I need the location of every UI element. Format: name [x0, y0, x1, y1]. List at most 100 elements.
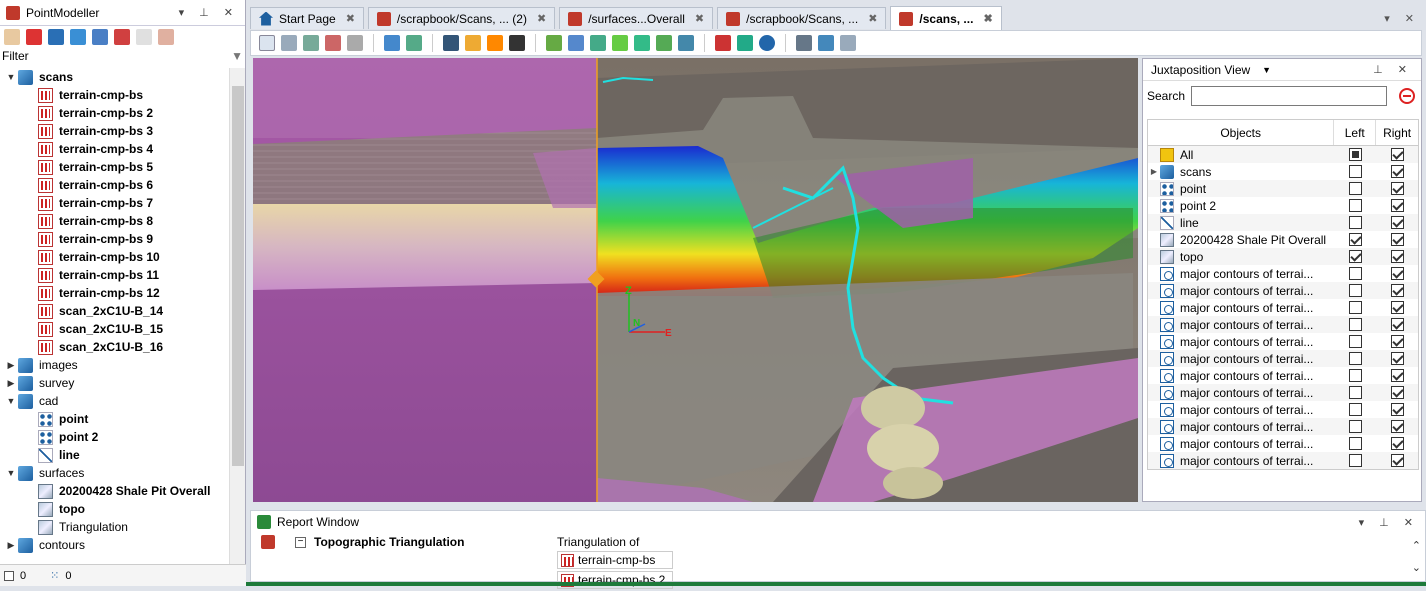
- tab-4[interactable]: /scans, ... ✖: [890, 6, 1002, 30]
- grid-icon[interactable]: [509, 35, 525, 51]
- right-checkbox[interactable]: [1390, 284, 1404, 297]
- tree-scrollbar-thumb[interactable]: [232, 86, 244, 466]
- tree-item[interactable]: ▶ survey: [0, 374, 228, 392]
- close-tab-icon[interactable]: ✖: [868, 12, 877, 25]
- selection-mode-icon[interactable]: [136, 29, 152, 45]
- collapsed-arrow-icon[interactable]: ▶: [4, 540, 18, 551]
- left-checkbox[interactable]: [1348, 335, 1362, 348]
- left-checkbox[interactable]: [1348, 301, 1362, 314]
- box-clip-icon[interactable]: [656, 35, 672, 51]
- tree-item[interactable]: terrain-cmp-bs 10: [0, 248, 228, 266]
- report-scroll-icon[interactable]: ⌃ ⌄: [1412, 535, 1421, 579]
- right-checkbox[interactable]: [1390, 352, 1404, 365]
- dropdown-arrow-icon[interactable]: ▼: [1262, 65, 1271, 75]
- list-icon[interactable]: [796, 35, 812, 51]
- search-input[interactable]: [1191, 86, 1388, 106]
- header-objects[interactable]: Objects: [1148, 120, 1335, 145]
- tree-item[interactable]: point 2: [0, 428, 228, 446]
- tree-item[interactable]: point: [0, 410, 228, 428]
- pdf-icon[interactable]: [715, 35, 731, 51]
- remove-icon[interactable]: [1399, 88, 1416, 104]
- tab-3[interactable]: /scrapbook/Scans, ... ✖: [717, 7, 887, 29]
- clip-icon[interactable]: [590, 35, 606, 51]
- tree-item[interactable]: ▼ cad: [0, 392, 228, 410]
- right-checkbox[interactable]: [1390, 301, 1404, 314]
- right-checkbox[interactable]: [1390, 437, 1404, 450]
- tree-item[interactable]: terrain-cmp-bs 11: [0, 266, 228, 284]
- right-checkbox[interactable]: [1390, 182, 1404, 195]
- select-arrow-icon[interactable]: [26, 29, 42, 45]
- right-checkbox[interactable]: [1390, 369, 1404, 382]
- header-right[interactable]: Right: [1376, 120, 1418, 145]
- left-checkbox[interactable]: [1348, 386, 1362, 399]
- tab-overflow-controls[interactable]: ▾ ✕: [1384, 12, 1426, 25]
- tree-item[interactable]: scan_2xC1U-B_15: [0, 320, 228, 338]
- right-checkbox[interactable]: [1390, 165, 1404, 178]
- left-checkbox[interactable]: [1348, 318, 1362, 331]
- filter-bar[interactable]: Filter ▼: [0, 48, 245, 64]
- split-view-icon[interactable]: [818, 35, 834, 51]
- light-icon[interactable]: [465, 35, 481, 51]
- tree-item[interactable]: scan_2xC1U-B_16: [0, 338, 228, 356]
- gear-network-icon[interactable]: [634, 35, 650, 51]
- left-checkbox[interactable]: [1348, 165, 1362, 178]
- select-box-icon[interactable]: [114, 29, 130, 45]
- source-link[interactable]: terrain-cmp-bs: [557, 551, 673, 569]
- zoom-selection-icon[interactable]: [303, 35, 319, 51]
- export-image-icon[interactable]: [737, 35, 753, 51]
- tree-item[interactable]: terrain-cmp-bs 7: [0, 194, 228, 212]
- tree-item[interactable]: terrain-cmp-bs 9: [0, 230, 228, 248]
- view-box-icon[interactable]: [259, 35, 275, 51]
- left-checkbox[interactable]: [1348, 267, 1362, 280]
- right-checkbox[interactable]: [1390, 267, 1404, 280]
- left-checkbox[interactable]: [1348, 199, 1362, 212]
- layout-icon[interactable]: [840, 35, 856, 51]
- tree-item[interactable]: terrain-cmp-bs 4: [0, 140, 228, 158]
- hand-icon[interactable]: [4, 29, 20, 45]
- tree-item[interactable]: terrain-cmp-bs 12: [0, 284, 228, 302]
- tree-item[interactable]: ▼ surfaces: [0, 464, 228, 482]
- 3d-viewport[interactable]: Z N E: [253, 58, 1138, 502]
- left-checkbox[interactable]: [1348, 182, 1362, 195]
- expanded-arrow-icon[interactable]: ▼: [4, 72, 18, 82]
- right-checkbox[interactable]: [1390, 403, 1404, 416]
- expand-arrow-icon[interactable]: ▶: [1148, 167, 1160, 176]
- left-checkbox[interactable]: [1348, 148, 1362, 161]
- left-checkbox[interactable]: [1348, 420, 1362, 433]
- left-checkbox[interactable]: [1348, 216, 1362, 229]
- tab-1[interactable]: /scrapbook/Scans, ... (2) ✖: [367, 7, 556, 29]
- right-checkbox[interactable]: [1390, 148, 1404, 161]
- signal-icon[interactable]: [487, 35, 503, 51]
- right-checkbox[interactable]: [1390, 199, 1404, 212]
- close-tab-icon[interactable]: ✖: [983, 12, 992, 25]
- tree-item[interactable]: ▶ contours: [0, 536, 228, 554]
- tree-item[interactable]: terrain-cmp-bs 8: [0, 212, 228, 230]
- right-checkbox[interactable]: [1390, 216, 1404, 229]
- tree-item[interactable]: terrain-cmp-bs 3: [0, 122, 228, 140]
- filter-funnel-icon[interactable]: ▼: [231, 49, 243, 63]
- tree-item[interactable]: scan_2xC1U-B_14: [0, 302, 228, 320]
- close-tab-icon[interactable]: ✖: [346, 12, 355, 25]
- select-line-icon[interactable]: [70, 29, 86, 45]
- panel-window-controls[interactable]: ▾ ⊥ ✕: [179, 6, 239, 19]
- collapse-icon[interactable]: −: [295, 536, 306, 548]
- tab-0[interactable]: Start Page ✖: [250, 7, 364, 29]
- zoom-extents-icon[interactable]: [281, 35, 297, 51]
- close-tab-icon[interactable]: ✖: [537, 12, 546, 25]
- pyramid-icon[interactable]: [443, 35, 459, 51]
- tree-item[interactable]: terrain-cmp-bs: [0, 86, 228, 104]
- tab-2[interactable]: /surfaces...Overall ✖: [559, 7, 714, 29]
- right-checkbox[interactable]: [1390, 386, 1404, 399]
- expanded-arrow-icon[interactable]: ▼: [4, 396, 18, 406]
- tree-item[interactable]: ▶ images: [0, 356, 228, 374]
- tree-item[interactable]: terrain-cmp-bs 6: [0, 176, 228, 194]
- window-icon[interactable]: [347, 35, 363, 51]
- close-tab-icon[interactable]: ✖: [695, 12, 704, 25]
- left-checkbox[interactable]: [1348, 403, 1362, 416]
- tree-item[interactable]: line: [0, 446, 228, 464]
- collapsed-arrow-icon[interactable]: ▶: [4, 378, 18, 389]
- network-icon[interactable]: [612, 35, 628, 51]
- right-checkbox[interactable]: [1390, 233, 1404, 246]
- play-icon[interactable]: [759, 35, 775, 51]
- report-window-controls[interactable]: ▾ ⊥ ✕: [1359, 516, 1419, 529]
